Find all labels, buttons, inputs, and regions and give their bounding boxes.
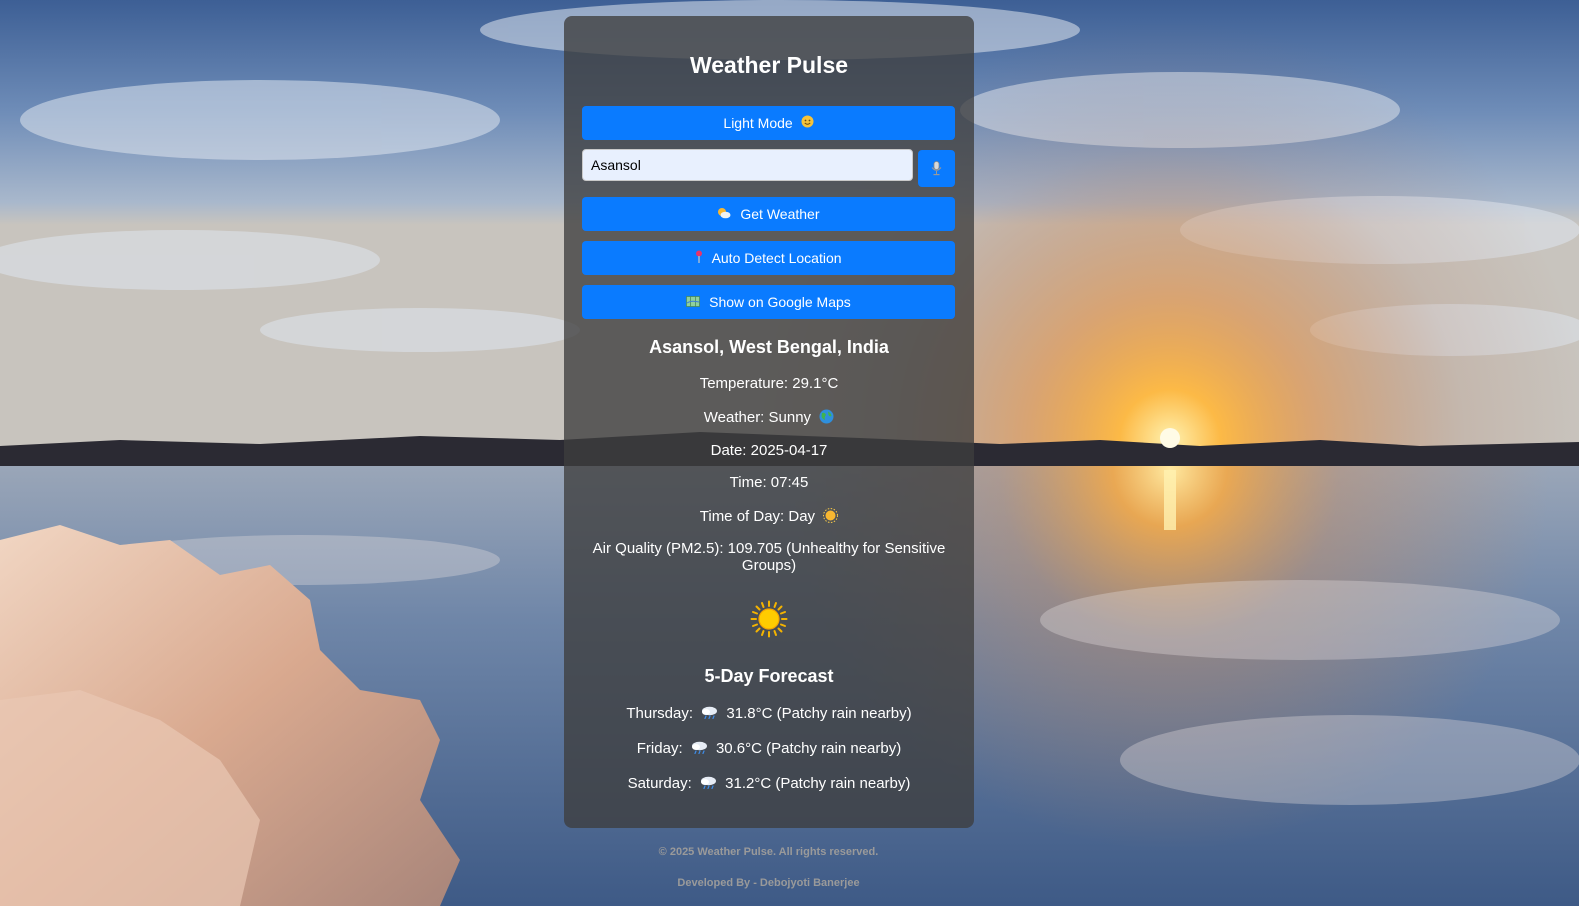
forecast-row: Friday: 30.6°C (Patchy rain nearby) [574,739,964,760]
globe-icon [819,409,834,428]
weather-card: Weather Pulse Light Mode Get Weather Aut… [564,16,974,828]
auto-detect-location-button[interactable]: Auto Detect Location [582,241,955,275]
forecast-day: Friday: [636,740,683,757]
sun-icon [823,508,839,527]
app-title: Weather Pulse [689,52,849,78]
sun-behind-cloud-icon [717,198,731,232]
date-text: Date: 2025-04-17 [710,442,828,459]
voice-search-button[interactable] [918,150,955,187]
weather-condition-row: Weather: Sunny [584,409,954,428]
air-quality-text: Air Quality (PM2.5): 109.705 (Unhealthy … [592,540,946,574]
footer-developer: Developed By - Debojyoti Banerjee [677,877,860,889]
rain-cloud-icon [701,705,718,725]
time-of-day-text: Time of Day: Day [699,508,816,525]
forecast-detail: 30.6°C (Patchy rain nearby) [715,740,902,757]
time-text: Time: 07:45 [729,474,809,491]
auto-detect-label: Auto Detect Location [711,250,842,266]
theme-toggle-button[interactable]: Light Mode [582,106,955,140]
forecast-detail: 31.8°C (Patchy rain nearby) [726,705,912,722]
city-search-input[interactable] [582,149,913,181]
rain-cloud-icon [691,740,708,760]
google-maps-label: Show on Google Maps [709,294,851,310]
forecast-title: 5-Day Forecast [704,666,834,686]
get-weather-label: Get Weather [740,206,820,222]
forecast-detail: 31.2°C (Patchy rain nearby) [725,775,911,792]
location-heading: Asansol, West Bengal, India [649,337,889,357]
theme-toggle-label: Light Mode [723,115,793,131]
get-weather-button[interactable]: Get Weather [582,197,955,231]
weather-condition-text: Weather: Sunny [703,409,812,426]
forecast-row: Thursday: 31.8°C (Patchy rain nearby) [574,704,964,725]
rain-cloud-icon [700,775,717,795]
map-icon [686,286,701,320]
time-of-day-row: Time of Day: Day [584,508,954,527]
weather-sun-icon [750,600,788,638]
forecast-row: Saturday: 31.2°C (Patchy rain nearby) [574,774,964,795]
smiley-sun-icon [801,107,814,141]
temperature-text: Temperature: 29.1°C [699,375,839,392]
footer-copyright: © 2025 Weather Pulse. All rights reserve… [658,846,879,858]
forecast-day: Thursday: [626,705,694,722]
forecast-day: Saturday: [627,775,692,792]
pin-icon [695,242,703,276]
show-google-maps-button[interactable]: Show on Google Maps [582,285,955,319]
